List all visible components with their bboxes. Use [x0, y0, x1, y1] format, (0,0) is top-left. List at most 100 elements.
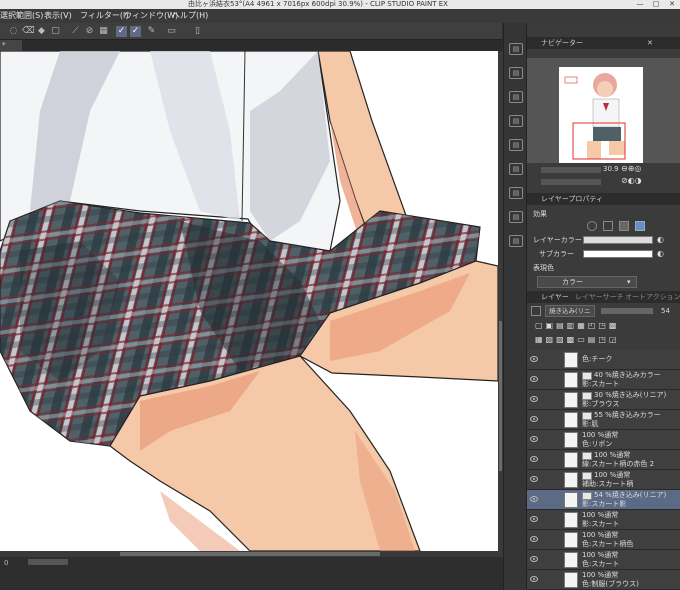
eye-icon[interactable]: [530, 476, 538, 482]
status-bar: 0: [0, 557, 503, 590]
layer-row[interactable]: 54 %焼き込み(リニア) 影:スカート影: [527, 490, 680, 510]
panel-toggle-icon[interactable]: ▤: [509, 163, 523, 175]
eye-icon[interactable]: [530, 536, 538, 542]
layer-row[interactable]: 100 %通常 色:リボン: [527, 430, 680, 450]
layer-row[interactable]: 100 %通常 線:スカート柄の赤色 2: [527, 450, 680, 470]
snap-special-ruler-icon[interactable]: ✓: [116, 26, 127, 37]
zoom-controls-icon[interactable]: ⊖⊕◎: [621, 164, 641, 173]
menu-filter[interactable]: フィルター(I): [80, 9, 128, 23]
scroll-thumb[interactable]: [120, 552, 380, 556]
eye-icon[interactable]: [530, 576, 538, 582]
layer-name: 色:スカート: [582, 560, 620, 568]
close-button[interactable]: ✕: [664, 0, 680, 9]
color-toggle-icon[interactable]: ◐: [657, 247, 664, 261]
close-icon[interactable]: ✕: [647, 37, 653, 49]
panel-toggle-icon[interactable]: ▤: [509, 235, 523, 247]
layer-name: 色:制服(ブラウス): [582, 580, 639, 588]
zoom-slider[interactable]: [541, 167, 601, 173]
layer-row[interactable]: 100 %通常 補助:スカート柄: [527, 470, 680, 490]
tone-effect-icon[interactable]: [603, 221, 613, 231]
tab-layer-search[interactable]: レイヤーサーチ: [575, 291, 624, 303]
transform-icon[interactable]: ▢: [50, 26, 61, 37]
command-bar: ◌ ⌫ ◆ ▢ ⟋ ⊘ ▦ ✓ ✓ ✎ ▭ ▯: [0, 23, 502, 40]
layer-action-icons[interactable]: ▦▧▨▩▭▤◳◲: [535, 333, 619, 347]
layer-row[interactable]: 55 %焼き込みカラー 影:肌: [527, 410, 680, 430]
panel-toggle-icon[interactable]: ▤: [509, 43, 523, 55]
scroll-thumb[interactable]: [499, 321, 502, 471]
zoom-slider[interactable]: [28, 559, 68, 565]
layer-row[interactable]: 色:チーク: [527, 350, 680, 370]
artwork: [0, 51, 498, 551]
menu-view[interactable]: 表示(V): [44, 9, 72, 23]
eye-icon[interactable]: [530, 456, 538, 462]
layer-row[interactable]: 100 %通常 色:制服(ブラウス): [527, 570, 680, 590]
window-title: 由比ヶ浜結衣53°(A4 4961 x 7016px 600dpi 30.9%)…: [188, 0, 448, 8]
eye-icon[interactable]: [530, 436, 538, 442]
minimize-button[interactable]: —: [632, 0, 648, 9]
border-effect-icon[interactable]: [587, 221, 597, 231]
tablet-icon[interactable]: ▯: [192, 26, 203, 37]
layer-thumbnail: [564, 512, 578, 528]
panel-toggle-icon[interactable]: ▤: [509, 187, 523, 199]
tab-auto-action[interactable]: オートアクション: [625, 291, 680, 303]
layer-name: 影:スカート影: [582, 500, 627, 508]
expression-select[interactable]: カラー: [537, 276, 637, 288]
layer-color-swatch[interactable]: [583, 236, 653, 244]
color-toggle-icon[interactable]: ◐: [657, 233, 664, 247]
rotate-controls-icon[interactable]: ⊘◐◑: [621, 176, 642, 185]
display-icon[interactable]: ▭: [166, 26, 177, 37]
canvas[interactable]: [0, 51, 498, 551]
layer-color-effect-icon[interactable]: [635, 221, 645, 231]
clear-icon[interactable]: ⌫: [22, 26, 35, 37]
chevron-down-icon[interactable]: ▾: [627, 275, 631, 289]
panel-toggle-icon[interactable]: ▤: [509, 91, 523, 103]
eye-icon[interactable]: [530, 376, 538, 382]
layer-blend-info: 100 %通常: [594, 471, 631, 479]
opacity-slider[interactable]: [601, 308, 653, 314]
tab-layer[interactable]: レイヤー: [541, 291, 569, 303]
panel-toggle-icon[interactable]: ▤: [509, 115, 523, 127]
layer-property-tab[interactable]: レイヤープロパティ: [541, 193, 603, 205]
panel-toggle-icon[interactable]: ▤: [509, 211, 523, 223]
navigator-thumbnail[interactable]: [559, 67, 643, 175]
snap-icon[interactable]: ⊘: [84, 26, 95, 37]
navigator-tab[interactable]: ナビゲーター: [541, 37, 583, 49]
layer-menu-icon[interactable]: [531, 306, 541, 316]
layer-name: 色:チーク: [582, 355, 613, 363]
snap-grid-icon[interactable]: ✓: [130, 26, 141, 37]
layer-lock-icons[interactable]: ▢▣▤▥▦◰◳▩: [535, 319, 619, 333]
eye-icon[interactable]: [530, 516, 538, 522]
maximize-button[interactable]: □: [648, 0, 664, 9]
layer-row[interactable]: 30 %焼き込み(リニア) 影:ブラウス: [527, 390, 680, 410]
layer-row[interactable]: 100 %通常 色:スカート: [527, 550, 680, 570]
selection-icon[interactable]: ◌: [8, 26, 19, 37]
layer-property-tabs: レイヤープロパティ: [527, 193, 680, 205]
layer-thumbnail: [564, 432, 578, 448]
fill-icon[interactable]: ◆: [36, 26, 47, 37]
menu-help[interactable]: ヘルプ(H): [172, 9, 208, 23]
sub-color-swatch[interactable]: [583, 250, 653, 258]
eye-icon[interactable]: [530, 396, 538, 402]
eye-icon[interactable]: [530, 556, 538, 562]
eye-icon[interactable]: [530, 416, 538, 422]
grid-icon[interactable]: ▦: [98, 26, 109, 37]
document-tab[interactable]: *: [0, 40, 22, 51]
ruler-icon[interactable]: ⟋: [70, 26, 81, 37]
texture-effect-icon[interactable]: [619, 221, 629, 231]
eye-icon[interactable]: [530, 496, 538, 502]
layer-name: 影:ブラウス: [582, 400, 620, 408]
blend-mode-select[interactable]: 焼き込み(リニア): [545, 305, 595, 317]
eye-icon[interactable]: [530, 356, 538, 362]
expression-label: 表現色: [533, 264, 554, 272]
layer-row[interactable]: 100 %通常 色:スカート柄色: [527, 530, 680, 550]
layer-thumbnail: [564, 352, 578, 368]
menu-window[interactable]: ウィンドウ(W): [124, 9, 178, 23]
menu-selection[interactable]: 選択範囲(S): [0, 9, 43, 23]
pen-icon[interactable]: ✎: [146, 26, 157, 37]
rotate-slider[interactable]: [541, 179, 601, 185]
layer-blend-info: 54 %焼き込み(リニア): [594, 491, 667, 499]
panel-toggle-icon[interactable]: ▤: [509, 67, 523, 79]
layer-row[interactable]: 40 %焼き込みカラー 影:スカート: [527, 370, 680, 390]
panel-toggle-icon[interactable]: ▤: [509, 139, 523, 151]
layer-row[interactable]: 100 %通常 影:スカート: [527, 510, 680, 530]
